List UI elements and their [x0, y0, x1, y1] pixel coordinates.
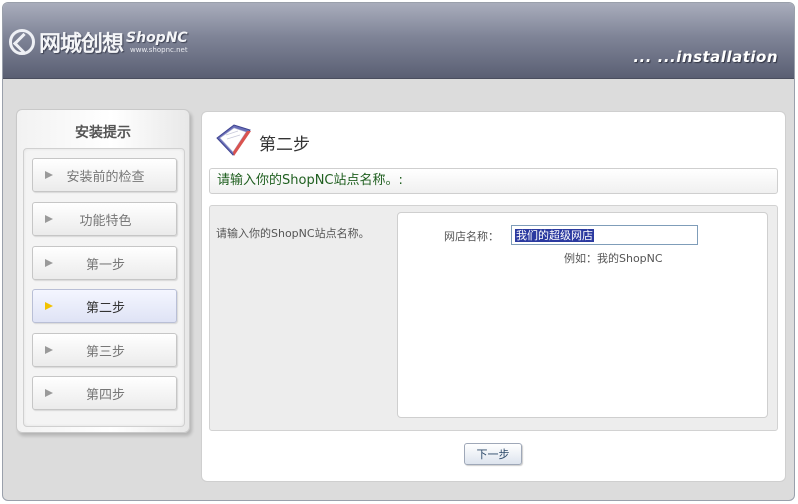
- store-name-value: 我们的超级网店: [515, 229, 594, 242]
- sidebar-title: 安装提示: [75, 125, 131, 141]
- header: 网城创想 ShopNC www.shopnc.net ... ...instal…: [3, 3, 794, 79]
- sidebar-item-step-two[interactable]: 第二步: [32, 289, 177, 323]
- sidebar-item-label: 第二步: [85, 300, 125, 316]
- triangle-arrow-icon: [45, 302, 53, 310]
- triangle-arrow-icon: [45, 259, 53, 267]
- form-area: 请输入你的ShopNC站点名称。 网店名称： 我们的超级网店 例如：我的Shop…: [209, 205, 778, 431]
- shopnc-logo: 网城创想 ShopNC www.shopnc.net: [9, 25, 188, 59]
- step-title: 第二步: [259, 135, 310, 155]
- logo-chinese-text: 网城创想: [39, 31, 124, 57]
- sidebar-item-precheck[interactable]: 安装前的检查: [32, 158, 177, 192]
- next-step-button[interactable]: 下一步: [464, 443, 522, 465]
- installation-title: ... ...installation: [633, 48, 778, 66]
- form-box: 网店名称： 我们的超级网店 例如：我的ShopNC: [397, 212, 768, 418]
- main-panel: 第二步 请输入你的ShopNC站点名称。: 请输入你的ShopNC站点名称。 网…: [201, 111, 786, 482]
- triangle-arrow-icon: [45, 215, 53, 223]
- refresh-logo-icon: [9, 29, 35, 55]
- triangle-arrow-icon: [45, 389, 53, 397]
- prompt-bar: 请输入你的ShopNC站点名称。:: [209, 168, 778, 194]
- store-name-input[interactable]: 我们的超级网店: [511, 225, 698, 245]
- logo-url-text: www.shopnc.net: [130, 45, 188, 54]
- sidebar-item-label: 功能特色: [79, 213, 132, 229]
- installer-window: 网城创想 ShopNC www.shopnc.net ... ...instal…: [2, 2, 795, 501]
- open-book-icon: [216, 124, 251, 156]
- sidebar-item-label: 安装前的检查: [66, 169, 145, 185]
- sidebar-step-list: 安装前的检查 功能特色 第一步 第二步 第三步 第四步: [23, 148, 185, 427]
- triangle-arrow-icon: [45, 346, 53, 354]
- sidebar-item-label: 第四步: [85, 387, 125, 403]
- sidebar-item-step-three[interactable]: 第三步: [32, 333, 177, 367]
- store-name-label: 网店名称：: [444, 230, 499, 243]
- sidebar-item-label: 第一步: [85, 257, 125, 273]
- logo-english: ShopNC www.shopnc.net: [126, 29, 188, 54]
- logo-brand-text: ShopNC: [126, 29, 188, 46]
- triangle-arrow-icon: [45, 171, 53, 179]
- sidebar-item-step-one[interactable]: 第一步: [32, 246, 177, 280]
- store-name-hint: 例如：我的ShopNC: [564, 252, 663, 265]
- form-description: 请输入你的ShopNC站点名称。: [216, 227, 370, 240]
- sidebar-item-features[interactable]: 功能特色: [32, 202, 177, 236]
- sidebar-item-label: 第三步: [85, 344, 125, 360]
- sidebar-item-step-four[interactable]: 第四步: [32, 376, 177, 410]
- install-tips-sidebar: 安装提示 安装前的检查 功能特色 第一步 第二步 第三步 第四步: [16, 109, 190, 433]
